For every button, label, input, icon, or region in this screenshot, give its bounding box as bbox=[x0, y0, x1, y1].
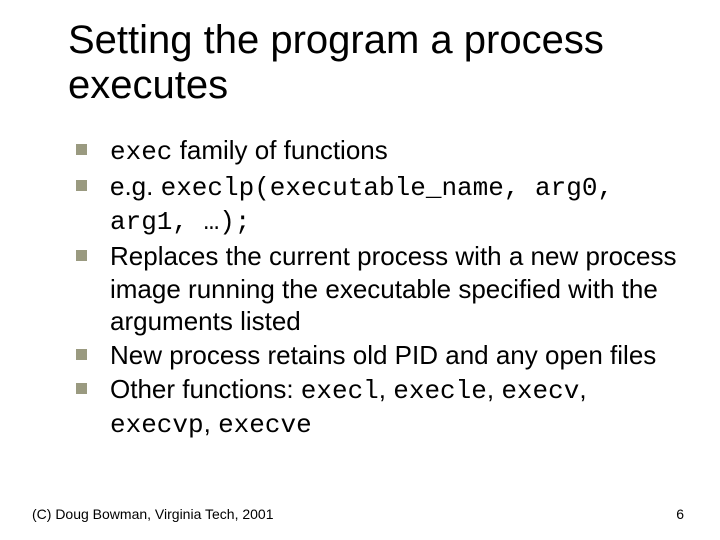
body-text: Replaces the current process with a new … bbox=[110, 241, 677, 335]
slide-title: Setting the program a process executes bbox=[68, 18, 680, 108]
copyright-text: (C) Doug Bowman, Virginia Tech, 2001 bbox=[32, 506, 274, 522]
footer: (C) Doug Bowman, Virginia Tech, 2001 6 bbox=[32, 506, 684, 522]
separator: , bbox=[204, 408, 218, 438]
bullet-item: e.g. execlp(executable_name, arg0, arg1,… bbox=[68, 170, 680, 238]
code-text: execl bbox=[301, 376, 379, 406]
code-text: execle bbox=[393, 376, 487, 406]
code-text: execvp bbox=[110, 410, 204, 440]
body-text: e.g. bbox=[110, 171, 161, 201]
body-text: family of functions bbox=[172, 135, 387, 165]
bullet-item: Replaces the current process with a new … bbox=[68, 240, 680, 337]
body-text: New process retains old PID and any open… bbox=[110, 340, 656, 370]
code-text: execve bbox=[218, 410, 312, 440]
bullet-item: Other functions: execl, execle, execv, e… bbox=[68, 373, 680, 441]
separator: , bbox=[487, 374, 501, 404]
code-text: exec bbox=[110, 137, 172, 167]
separator: , bbox=[579, 374, 586, 404]
slide: Setting the program a process executes e… bbox=[0, 0, 720, 540]
page-number: 6 bbox=[676, 506, 684, 522]
separator: , bbox=[379, 374, 393, 404]
body-text: Other functions: bbox=[110, 374, 301, 404]
code-text: execv bbox=[501, 376, 579, 406]
bullet-list: exec family of functions e.g. execlp(exe… bbox=[68, 134, 680, 442]
bullet-item: New process retains old PID and any open… bbox=[68, 339, 680, 371]
code-text: execlp(executable_name, arg0, arg1, …); bbox=[110, 173, 613, 237]
bullet-item: exec family of functions bbox=[68, 134, 680, 168]
